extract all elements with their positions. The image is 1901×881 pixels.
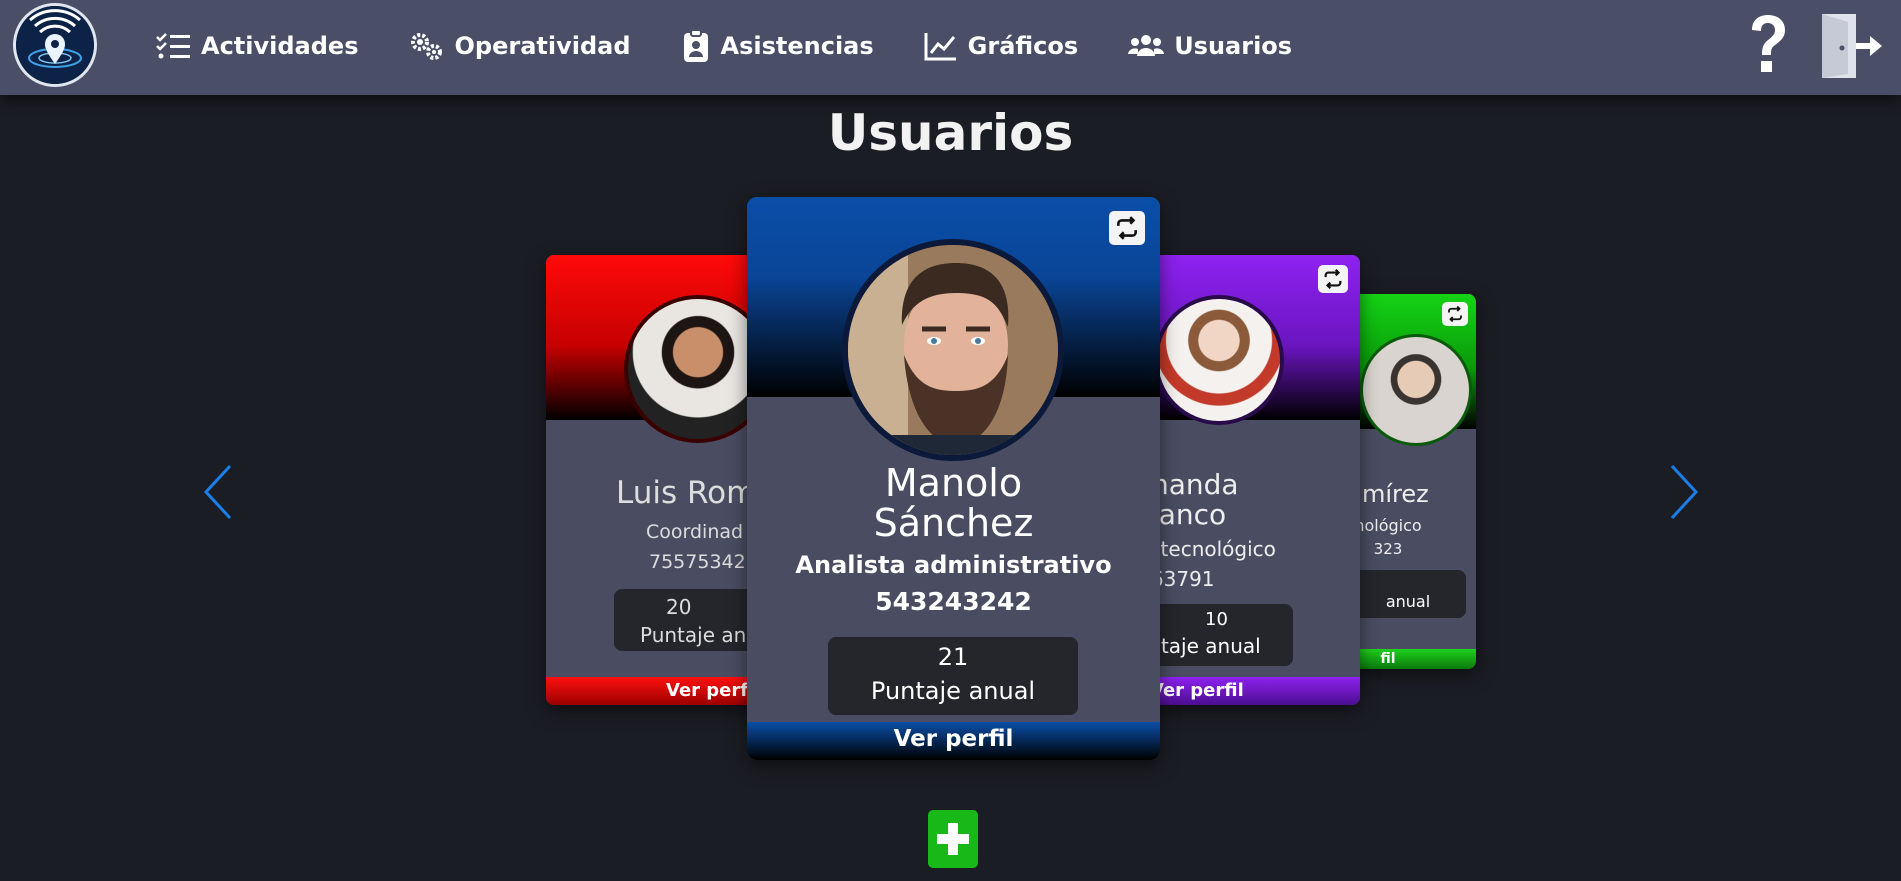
door-exit-icon[interactable] bbox=[1820, 12, 1886, 84]
user-last-name: Sánchez bbox=[873, 501, 1034, 545]
nav-asistencias-label: Asistencias bbox=[720, 32, 874, 60]
user-name: Luis Rom bbox=[616, 475, 757, 511]
user-first-name: Manolo bbox=[884, 461, 1023, 505]
nav-graficos-label: Gráficos bbox=[967, 32, 1079, 60]
swap-button[interactable] bbox=[1442, 302, 1468, 326]
nav-usuarios-label: Usuarios bbox=[1174, 32, 1293, 60]
avatar bbox=[1154, 295, 1284, 425]
score-box: anual bbox=[1350, 570, 1466, 618]
score-label: Puntaje anual bbox=[870, 677, 1036, 705]
nav-operatividad[interactable]: Operatividad bbox=[409, 26, 631, 66]
swap-icon bbox=[1117, 216, 1137, 240]
carousel-prev-button[interactable] bbox=[200, 462, 234, 526]
nav-asistencias[interactable]: Asistencias bbox=[681, 26, 874, 66]
app-logo[interactable] bbox=[13, 3, 97, 87]
swap-icon bbox=[1324, 269, 1342, 289]
chevron-right-icon bbox=[1670, 464, 1699, 520]
add-user-button[interactable] bbox=[928, 810, 978, 868]
plus-icon bbox=[937, 823, 969, 855]
carousel-next-button[interactable] bbox=[1668, 462, 1702, 526]
score-value: 21 bbox=[937, 643, 969, 671]
question-icon[interactable] bbox=[1746, 14, 1790, 80]
swap-button[interactable] bbox=[1318, 265, 1348, 293]
nav-operatividad-label: Operatividad bbox=[454, 32, 631, 60]
avatar bbox=[842, 239, 1064, 461]
logo-icon bbox=[16, 6, 94, 84]
swap-icon bbox=[1448, 305, 1462, 323]
page-title: Usuarios bbox=[827, 104, 1074, 162]
score-label: anual bbox=[1385, 592, 1431, 611]
user-photo bbox=[848, 245, 1058, 455]
nav-actividades[interactable]: Actividades bbox=[155, 26, 359, 66]
users-icon bbox=[1128, 35, 1165, 56]
user-role: Coordinad bbox=[646, 521, 744, 543]
gears-icon bbox=[410, 33, 442, 60]
avatar bbox=[1360, 334, 1472, 446]
chevron-left-icon bbox=[203, 464, 232, 520]
swap-button[interactable] bbox=[1109, 211, 1145, 245]
line-chart-icon bbox=[924, 33, 956, 61]
user-phone: 75575342 bbox=[649, 551, 746, 573]
user-card-active[interactable]: Manolo Sánchez Analista administrativo 5… bbox=[747, 197, 1160, 760]
top-navbar: Actividades Operatividad Asistencias Grá… bbox=[0, 0, 1901, 95]
nav-usuarios[interactable]: Usuarios bbox=[1128, 26, 1292, 66]
user-phone: 543243242 bbox=[875, 587, 1032, 616]
nav-actividades-label: Actividades bbox=[201, 32, 359, 60]
view-profile-link[interactable]: Ver perfil bbox=[747, 722, 1160, 760]
nav-graficos[interactable]: Gráficos bbox=[924, 26, 1079, 66]
clipboard-user-icon bbox=[683, 29, 708, 62]
score-box: 21 Puntaje anual bbox=[828, 637, 1078, 715]
user-role: Analista administrativo bbox=[795, 551, 1112, 579]
checklist-icon bbox=[156, 33, 190, 59]
